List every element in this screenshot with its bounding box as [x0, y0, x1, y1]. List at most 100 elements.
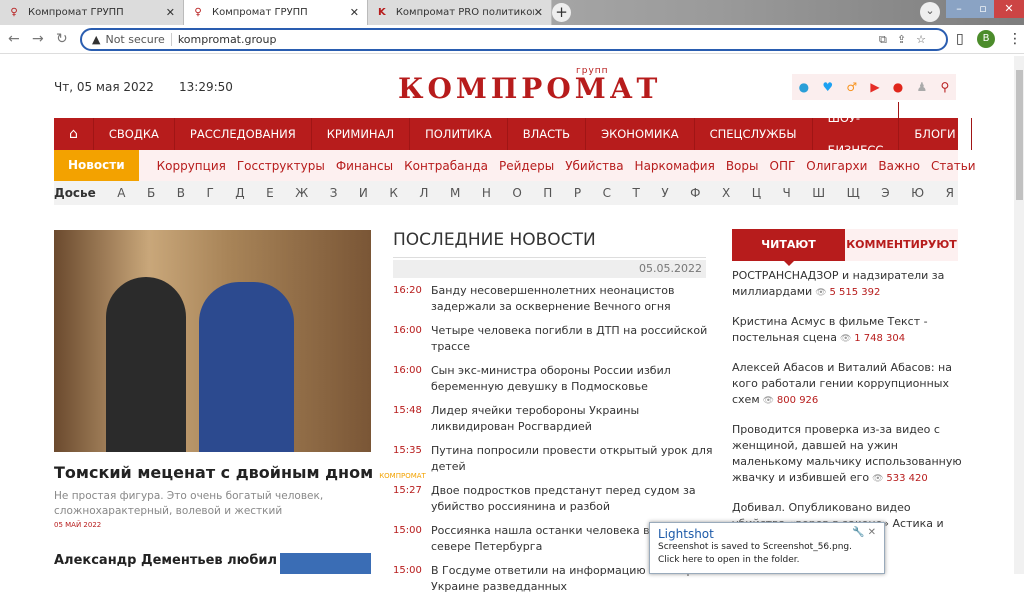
nav-item[interactable]: ЭКОНОМИКА — [586, 118, 695, 150]
subnav-item-active[interactable]: Новости — [54, 150, 139, 181]
subnav-item[interactable]: Госструктуры — [237, 159, 325, 173]
news-title[interactable]: Четыре человека погибли в ДТП на российс… — [431, 323, 713, 355]
second-article-image[interactable] — [280, 553, 371, 574]
alphabet-letter[interactable]: Р — [574, 186, 581, 200]
alphabet-letter[interactable]: А — [117, 186, 125, 200]
alphabet-letter[interactable]: Я — [946, 186, 954, 200]
alphabet-letter[interactable]: Д — [235, 186, 244, 200]
popular-item[interactable]: РОСТРАНСНАДЗОР и надзиратели за миллиард… — [732, 268, 962, 301]
nav-item[interactable]: ПОЛИТИКА — [410, 118, 508, 150]
alphabet-letter[interactable]: Л — [419, 186, 428, 200]
popular-item[interactable]: Алексей Абасов и Виталий Абасов: на кого… — [732, 360, 962, 409]
popular-item[interactable]: Кристина Асмус в фильме Текст - постельн… — [732, 314, 962, 347]
nav-item[interactable]: СВОДКА — [94, 118, 175, 150]
side-panel-icon[interactable]: ▯ — [956, 31, 964, 47]
news-title[interactable]: Сын экс-министра обороны России избил бе… — [431, 363, 713, 395]
alphabet-letter[interactable]: Н — [482, 186, 491, 200]
notification-body[interactable]: Screenshot is saved to Screenshot_56.png… — [658, 541, 876, 567]
tab-commented[interactable]: КОММЕНТИРУЮТ — [845, 229, 958, 261]
tab-reading[interactable]: ЧИТАЮТ — [732, 229, 845, 266]
alphabet-letter[interactable]: М — [450, 186, 460, 200]
not-secure-label[interactable]: Not secure — [105, 33, 172, 46]
subnav-item[interactable]: Олигархи — [806, 159, 867, 173]
search-icon[interactable]: ⚲ — [941, 80, 950, 94]
subnav-item[interactable]: Контрабанда — [404, 159, 488, 173]
nav-item[interactable]: СПЕЦСЛУЖБЫ — [695, 118, 813, 150]
news-title[interactable]: Банду несовершеннолетних неонацистов зад… — [431, 283, 713, 315]
zen-icon[interactable]: ● — [893, 80, 903, 94]
url-bar[interactable]: ▲ Not secure kompromat.group ⧉⇪☆ — [80, 28, 948, 51]
alphabet-letter[interactable]: Ф — [690, 186, 700, 200]
subnav-item[interactable]: ОПГ — [770, 159, 796, 173]
back-icon[interactable]: ← — [8, 31, 20, 47]
site-logo[interactable]: КОМПРОМАТ — [398, 72, 661, 105]
browser-tab-active[interactable]: ♀ Компромат ГРУПП ✕ — [184, 0, 368, 25]
browser-tab[interactable]: ♀ Компромат ГРУПП ✕ — [0, 0, 184, 25]
lead-photo[interactable] — [54, 230, 371, 452]
alphabet-letter[interactable]: Ц — [752, 186, 761, 200]
alphabet-letter[interactable]: Б — [147, 186, 155, 200]
youtube-icon[interactable]: ▶ — [870, 80, 879, 94]
subnav-item[interactable]: Финансы — [336, 159, 393, 173]
news-item[interactable]: 15:48 Лидер ячейки теробороны Украины лик… — [393, 403, 713, 435]
news-item[interactable]: 16:00 Четыре человека погибли в ДТП на ро… — [393, 323, 713, 355]
nav-item[interactable]: РАССЛЕДОВАНИЯ — [175, 118, 312, 150]
alphabet-letter[interactable]: Ч — [783, 186, 791, 200]
alphabet-letter[interactable]: У — [661, 186, 668, 200]
dossier-link[interactable]: Досье — [54, 186, 96, 200]
twitter-icon[interactable]: ♥ — [822, 80, 833, 94]
close-tab-icon[interactable]: ✕ — [350, 6, 359, 19]
alphabet-letter[interactable]: С — [603, 186, 611, 200]
translate-icon[interactable]: ⧉ — [879, 33, 897, 46]
alphabet-letter[interactable]: В — [177, 186, 185, 200]
user-icon[interactable]: ♟ — [917, 80, 928, 94]
alphabet-letter[interactable]: Ж — [295, 186, 308, 200]
close-tab-icon[interactable]: ✕ — [166, 6, 175, 19]
subnav-item[interactable]: Статьи — [931, 159, 976, 173]
star-icon[interactable]: ☆ — [916, 33, 936, 46]
alphabet-letter[interactable]: Ш — [812, 186, 825, 200]
alphabet-letter[interactable]: П — [543, 186, 552, 200]
telegram-icon[interactable]: ● — [799, 80, 809, 94]
lead-title[interactable]: Томский меценат с двойным дном — [54, 463, 373, 482]
subnav-item[interactable]: Рейдеры — [499, 159, 554, 173]
subnav-item[interactable]: Важно — [878, 159, 920, 173]
news-item[interactable]: 15:35 Путина попросили провести открытый … — [393, 443, 713, 475]
profile-avatar[interactable]: B — [977, 30, 995, 48]
alphabet-letter[interactable]: Т — [632, 186, 639, 200]
popular-item[interactable]: Проводится проверка из-за видео с женщин… — [732, 422, 962, 487]
nav-item[interactable]: БЛОГИ — [899, 118, 972, 150]
close-window-button[interactable]: ✕ — [994, 0, 1024, 18]
scrollbar[interactable] — [1014, 56, 1024, 574]
menu-icon[interactable]: ⋮ — [1008, 31, 1022, 47]
subnav-item[interactable]: Коррупция — [157, 159, 226, 173]
reload-icon[interactable]: ↻ — [56, 31, 68, 47]
url-text[interactable]: kompromat.group — [178, 33, 277, 46]
notification-close-icon[interactable]: 🔧 ✕ — [852, 527, 876, 538]
subnav-item[interactable]: Воры — [726, 159, 759, 173]
maximize-button[interactable]: ▫ — [972, 0, 994, 18]
home-icon[interactable]: ⌂ — [54, 118, 94, 150]
alphabet-letter[interactable]: О — [512, 186, 521, 200]
new-tab-button[interactable]: + — [552, 3, 571, 22]
news-item[interactable]: 16:00 Сын экс-министра обороны России изб… — [393, 363, 713, 395]
alphabet-letter[interactable]: З — [330, 186, 338, 200]
nav-item[interactable]: КРИМИНАЛ — [312, 118, 411, 150]
share-icon[interactable]: ⇪ — [897, 33, 916, 46]
lightshot-notification[interactable]: 🔧 ✕ Lightshot Screenshot is saved to Scr… — [649, 522, 885, 574]
forward-icon[interactable]: → — [32, 31, 44, 47]
news-item[interactable]: 15:27 Двое подростков предстанут перед су… — [393, 483, 713, 515]
odnoklassniki-icon[interactable]: ♂ — [846, 80, 857, 94]
subnav-item[interactable]: Убийства — [565, 159, 623, 173]
alphabet-letter[interactable]: Э — [881, 186, 889, 200]
alphabet-letter[interactable]: Ю — [911, 186, 924, 200]
news-title[interactable]: Лидер ячейки теробороны Украины ликвидир… — [431, 403, 713, 435]
news-title[interactable]: Двое подростков предстанут перед судом з… — [431, 483, 713, 515]
alphabet-letter[interactable]: Щ — [847, 186, 860, 200]
alphabet-letter[interactable]: Г — [206, 186, 213, 200]
alphabet-letter[interactable]: И — [359, 186, 368, 200]
alphabet-letter[interactable]: К — [389, 186, 398, 200]
minimize-button[interactable]: – — [946, 0, 972, 18]
alphabet-letter[interactable]: Е — [266, 186, 274, 200]
nav-item[interactable]: ВЛАСТЬ — [508, 118, 587, 150]
